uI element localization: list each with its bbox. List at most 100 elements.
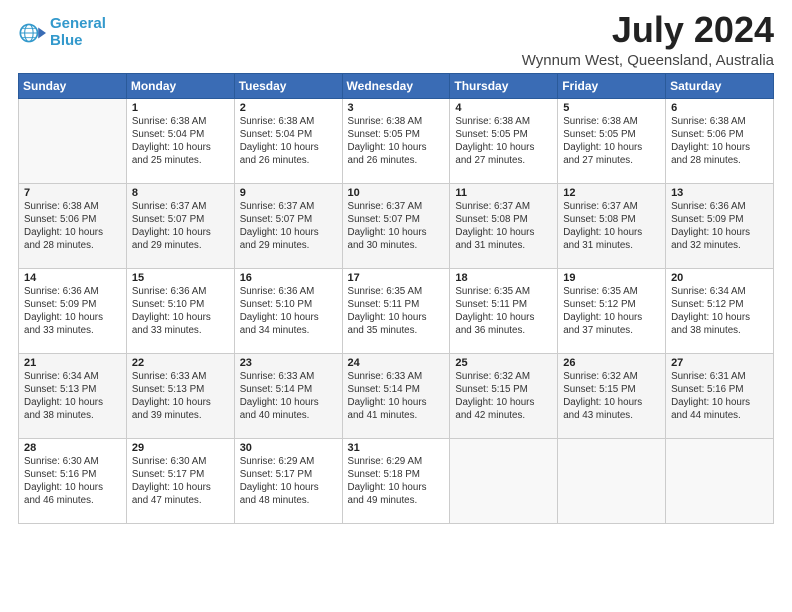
calendar-cell: 14Sunrise: 6:36 AM Sunset: 5:09 PM Dayli… bbox=[19, 268, 127, 353]
calendar-cell bbox=[19, 98, 127, 183]
calendar-cell: 28Sunrise: 6:30 AM Sunset: 5:16 PM Dayli… bbox=[19, 438, 127, 523]
page: General Blue July 2024 Wynnum West, Quee… bbox=[0, 0, 792, 612]
day-number: 21 bbox=[24, 357, 121, 369]
calendar-cell: 7Sunrise: 6:38 AM Sunset: 5:06 PM Daylig… bbox=[19, 183, 127, 268]
calendar-cell: 5Sunrise: 6:38 AM Sunset: 5:05 PM Daylig… bbox=[558, 98, 666, 183]
day-info: Sunrise: 6:33 AM Sunset: 5:14 PM Dayligh… bbox=[348, 370, 445, 423]
calendar-cell bbox=[450, 438, 558, 523]
calendar-cell: 22Sunrise: 6:33 AM Sunset: 5:13 PM Dayli… bbox=[126, 353, 234, 438]
day-info: Sunrise: 6:36 AM Sunset: 5:09 PM Dayligh… bbox=[24, 285, 121, 338]
logo-blue: Blue bbox=[50, 32, 83, 49]
day-info: Sunrise: 6:29 AM Sunset: 5:18 PM Dayligh… bbox=[348, 455, 445, 508]
day-number: 16 bbox=[240, 272, 337, 284]
calendar-table: SundayMondayTuesdayWednesdayThursdayFrid… bbox=[18, 73, 774, 524]
calendar-cell: 15Sunrise: 6:36 AM Sunset: 5:10 PM Dayli… bbox=[126, 268, 234, 353]
calendar-cell: 31Sunrise: 6:29 AM Sunset: 5:18 PM Dayli… bbox=[342, 438, 450, 523]
day-number: 20 bbox=[671, 272, 768, 284]
day-number: 11 bbox=[455, 187, 552, 199]
header: General Blue July 2024 Wynnum West, Quee… bbox=[18, 10, 774, 69]
day-info: Sunrise: 6:32 AM Sunset: 5:15 PM Dayligh… bbox=[455, 370, 552, 423]
calendar-week-row: 14Sunrise: 6:36 AM Sunset: 5:09 PM Dayli… bbox=[19, 268, 774, 353]
calendar-cell: 10Sunrise: 6:37 AM Sunset: 5:07 PM Dayli… bbox=[342, 183, 450, 268]
day-number: 6 bbox=[671, 102, 768, 114]
day-info: Sunrise: 6:38 AM Sunset: 5:06 PM Dayligh… bbox=[671, 115, 768, 168]
day-info: Sunrise: 6:33 AM Sunset: 5:13 PM Dayligh… bbox=[132, 370, 229, 423]
calendar-week-row: 21Sunrise: 6:34 AM Sunset: 5:13 PM Dayli… bbox=[19, 353, 774, 438]
day-number: 23 bbox=[240, 357, 337, 369]
calendar-header-wednesday: Wednesday bbox=[342, 73, 450, 98]
calendar-cell: 4Sunrise: 6:38 AM Sunset: 5:05 PM Daylig… bbox=[450, 98, 558, 183]
day-info: Sunrise: 6:33 AM Sunset: 5:14 PM Dayligh… bbox=[240, 370, 337, 423]
day-info: Sunrise: 6:37 AM Sunset: 5:08 PM Dayligh… bbox=[563, 200, 660, 253]
day-info: Sunrise: 6:38 AM Sunset: 5:05 PM Dayligh… bbox=[348, 115, 445, 168]
calendar-cell: 27Sunrise: 6:31 AM Sunset: 5:16 PM Dayli… bbox=[666, 353, 774, 438]
calendar-header-friday: Friday bbox=[558, 73, 666, 98]
calendar-header-saturday: Saturday bbox=[666, 73, 774, 98]
day-number: 8 bbox=[132, 187, 229, 199]
calendar-cell: 30Sunrise: 6:29 AM Sunset: 5:17 PM Dayli… bbox=[234, 438, 342, 523]
day-number: 5 bbox=[563, 102, 660, 114]
day-info: Sunrise: 6:35 AM Sunset: 5:11 PM Dayligh… bbox=[348, 285, 445, 338]
logo-general: General bbox=[50, 15, 106, 32]
day-info: Sunrise: 6:30 AM Sunset: 5:17 PM Dayligh… bbox=[132, 455, 229, 508]
day-number: 4 bbox=[455, 102, 552, 114]
day-info: Sunrise: 6:37 AM Sunset: 5:07 PM Dayligh… bbox=[240, 200, 337, 253]
day-info: Sunrise: 6:37 AM Sunset: 5:07 PM Dayligh… bbox=[132, 200, 229, 253]
day-number: 1 bbox=[132, 102, 229, 114]
day-number: 2 bbox=[240, 102, 337, 114]
day-info: Sunrise: 6:37 AM Sunset: 5:07 PM Dayligh… bbox=[348, 200, 445, 253]
day-number: 14 bbox=[24, 272, 121, 284]
calendar-cell: 8Sunrise: 6:37 AM Sunset: 5:07 PM Daylig… bbox=[126, 183, 234, 268]
day-number: 17 bbox=[348, 272, 445, 284]
day-info: Sunrise: 6:34 AM Sunset: 5:12 PM Dayligh… bbox=[671, 285, 768, 338]
day-info: Sunrise: 6:31 AM Sunset: 5:16 PM Dayligh… bbox=[671, 370, 768, 423]
day-info: Sunrise: 6:38 AM Sunset: 5:06 PM Dayligh… bbox=[24, 200, 121, 253]
calendar-cell: 19Sunrise: 6:35 AM Sunset: 5:12 PM Dayli… bbox=[558, 268, 666, 353]
day-info: Sunrise: 6:38 AM Sunset: 5:05 PM Dayligh… bbox=[563, 115, 660, 168]
calendar-header-row: SundayMondayTuesdayWednesdayThursdayFrid… bbox=[19, 73, 774, 98]
calendar-header-monday: Monday bbox=[126, 73, 234, 98]
calendar-cell: 16Sunrise: 6:36 AM Sunset: 5:10 PM Dayli… bbox=[234, 268, 342, 353]
day-number: 3 bbox=[348, 102, 445, 114]
day-number: 9 bbox=[240, 187, 337, 199]
day-number: 27 bbox=[671, 357, 768, 369]
calendar-cell: 23Sunrise: 6:33 AM Sunset: 5:14 PM Dayli… bbox=[234, 353, 342, 438]
calendar-cell: 21Sunrise: 6:34 AM Sunset: 5:13 PM Dayli… bbox=[19, 353, 127, 438]
day-info: Sunrise: 6:36 AM Sunset: 5:10 PM Dayligh… bbox=[240, 285, 337, 338]
day-number: 26 bbox=[563, 357, 660, 369]
calendar-week-row: 1Sunrise: 6:38 AM Sunset: 5:04 PM Daylig… bbox=[19, 98, 774, 183]
day-info: Sunrise: 6:30 AM Sunset: 5:16 PM Dayligh… bbox=[24, 455, 121, 508]
day-info: Sunrise: 6:36 AM Sunset: 5:10 PM Dayligh… bbox=[132, 285, 229, 338]
calendar-cell: 24Sunrise: 6:33 AM Sunset: 5:14 PM Dayli… bbox=[342, 353, 450, 438]
calendar-cell: 25Sunrise: 6:32 AM Sunset: 5:15 PM Dayli… bbox=[450, 353, 558, 438]
day-number: 18 bbox=[455, 272, 552, 284]
logo: General Blue bbox=[18, 16, 106, 49]
day-number: 12 bbox=[563, 187, 660, 199]
day-info: Sunrise: 6:36 AM Sunset: 5:09 PM Dayligh… bbox=[671, 200, 768, 253]
day-number: 13 bbox=[671, 187, 768, 199]
day-number: 15 bbox=[132, 272, 229, 284]
day-number: 7 bbox=[24, 187, 121, 199]
day-number: 30 bbox=[240, 442, 337, 454]
calendar-cell: 29Sunrise: 6:30 AM Sunset: 5:17 PM Dayli… bbox=[126, 438, 234, 523]
calendar-header-tuesday: Tuesday bbox=[234, 73, 342, 98]
calendar-cell: 26Sunrise: 6:32 AM Sunset: 5:15 PM Dayli… bbox=[558, 353, 666, 438]
calendar-cell: 17Sunrise: 6:35 AM Sunset: 5:11 PM Dayli… bbox=[342, 268, 450, 353]
calendar-cell: 9Sunrise: 6:37 AM Sunset: 5:07 PM Daylig… bbox=[234, 183, 342, 268]
calendar-cell: 12Sunrise: 6:37 AM Sunset: 5:08 PM Dayli… bbox=[558, 183, 666, 268]
day-number: 22 bbox=[132, 357, 229, 369]
calendar-cell bbox=[666, 438, 774, 523]
main-title: July 2024 bbox=[522, 10, 774, 50]
day-info: Sunrise: 6:38 AM Sunset: 5:04 PM Dayligh… bbox=[240, 115, 337, 168]
calendar-cell: 11Sunrise: 6:37 AM Sunset: 5:08 PM Dayli… bbox=[450, 183, 558, 268]
calendar-week-row: 28Sunrise: 6:30 AM Sunset: 5:16 PM Dayli… bbox=[19, 438, 774, 523]
day-number: 19 bbox=[563, 272, 660, 284]
day-number: 31 bbox=[348, 442, 445, 454]
day-info: Sunrise: 6:35 AM Sunset: 5:11 PM Dayligh… bbox=[455, 285, 552, 338]
title-block: July 2024 Wynnum West, Queensland, Austr… bbox=[522, 10, 774, 69]
calendar-cell: 18Sunrise: 6:35 AM Sunset: 5:11 PM Dayli… bbox=[450, 268, 558, 353]
day-info: Sunrise: 6:38 AM Sunset: 5:05 PM Dayligh… bbox=[455, 115, 552, 168]
day-info: Sunrise: 6:38 AM Sunset: 5:04 PM Dayligh… bbox=[132, 115, 229, 168]
day-info: Sunrise: 6:29 AM Sunset: 5:17 PM Dayligh… bbox=[240, 455, 337, 508]
day-info: Sunrise: 6:32 AM Sunset: 5:15 PM Dayligh… bbox=[563, 370, 660, 423]
